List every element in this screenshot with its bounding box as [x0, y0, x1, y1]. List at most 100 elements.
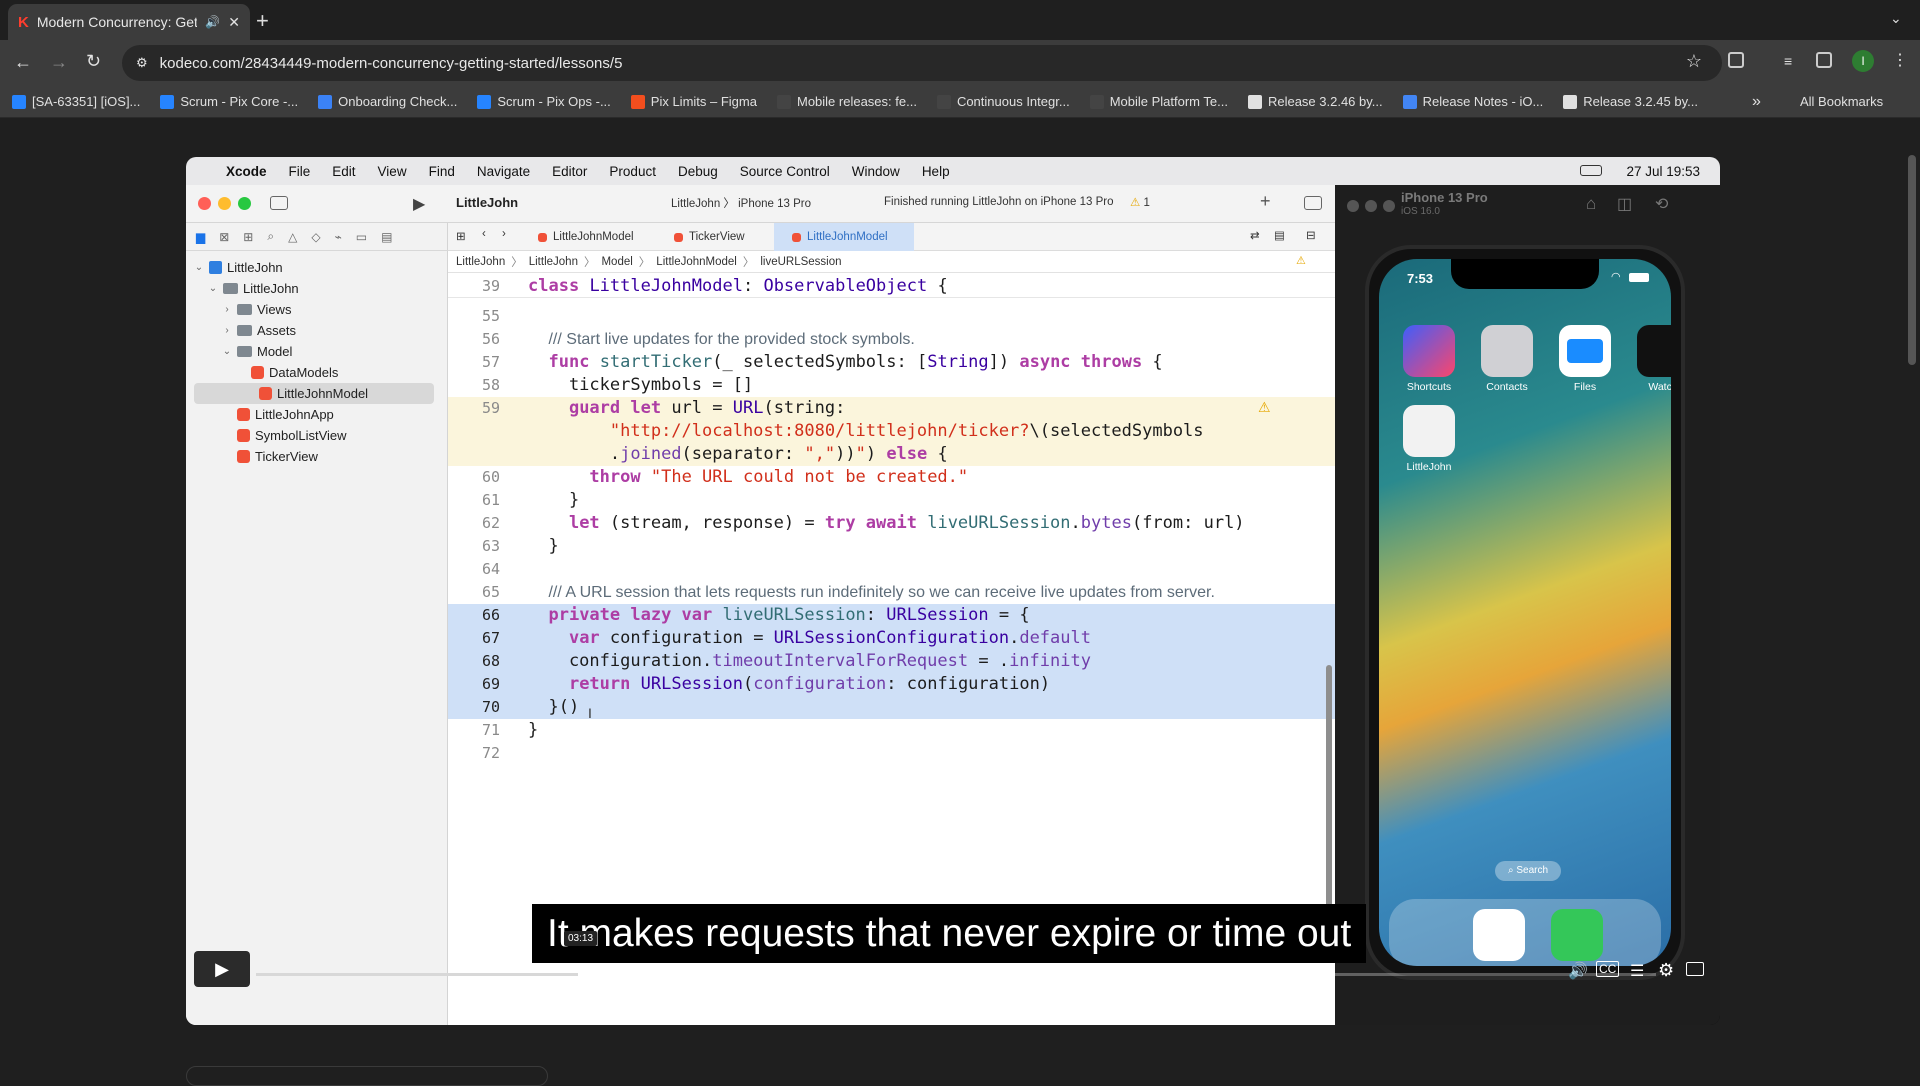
sim-close-button[interactable] — [1347, 200, 1359, 212]
iphone-screen[interactable]: 7:53 ◠ Shortcuts Contacts Files Watc Lit… — [1379, 259, 1671, 966]
bookmark-item[interactable]: Pix Limits – Figma — [630, 94, 757, 109]
symbols-icon[interactable]: ⊞ — [243, 230, 253, 244]
menu-source-control[interactable]: Source Control — [740, 164, 830, 179]
app-watch[interactable]: Watch — [1635, 325, 1671, 393]
editor-options-icon[interactable]: ▤ — [1274, 228, 1285, 242]
app-shortcuts[interactable]: Shortcuts — [1401, 325, 1457, 393]
safari-icon[interactable] — [1473, 909, 1525, 961]
code-line[interactable]: 60 throw "The URL could not be created." — [448, 466, 1335, 489]
profile-avatar[interactable]: I — [1852, 50, 1874, 72]
extensions-icon[interactable] — [1728, 52, 1744, 68]
bookmark-item[interactable]: Onboarding Check... — [318, 94, 457, 109]
disclosure-chevron-icon[interactable]: ⌄ — [222, 346, 232, 357]
bookmark-item[interactable]: Mobile releases: fe... — [776, 94, 917, 109]
tree-item[interactable]: ⌄ LittleJohn — [186, 257, 426, 278]
zoom-window-button[interactable] — [238, 197, 251, 210]
menu-product[interactable]: Product — [609, 164, 656, 179]
code-line[interactable]: 63 } — [448, 535, 1335, 558]
menu-xcode[interactable]: Xcode — [226, 164, 267, 179]
messages-icon[interactable] — [1551, 909, 1603, 961]
inspector-toggle-icon[interactable] — [1304, 196, 1322, 210]
tab-tickerview[interactable]: TickerView — [662, 223, 772, 251]
add-icon[interactable]: + — [1260, 191, 1271, 212]
code-line[interactable]: "http://localhost:8080/littlejohn/ticker… — [448, 420, 1335, 443]
sidebar-toggle-icon[interactable] — [270, 196, 288, 210]
tree-item[interactable]: › Assets — [186, 320, 426, 341]
transcript-icon[interactable]: ☰ — [1630, 961, 1644, 981]
code-line[interactable]: 61 } — [448, 489, 1335, 512]
app-littlejohn[interactable]: LittleJohn — [1401, 405, 1457, 473]
menu-editor[interactable]: Editor — [552, 164, 587, 179]
tab-littlejohnmodel-1[interactable]: LittleJohnModel — [526, 223, 648, 251]
all-bookmarks-button[interactable]: All Bookmarks — [1800, 94, 1883, 109]
captions-icon[interactable]: CC — [1596, 961, 1620, 977]
tab-littlejohnmodel-active[interactable]: LittleJohnModel — [774, 223, 914, 251]
browser-tab[interactable]: K Modern Concurrency: Get 🔊 ✕ — [8, 4, 250, 40]
split-editor-icon[interactable]: ⊟ — [1306, 228, 1316, 242]
code-line[interactable]: 67 var configuration = URLSessionConfigu… — [448, 627, 1335, 650]
code-line[interactable]: 65 /// A URL session that lets requests … — [448, 581, 1335, 604]
bookmark-item[interactable]: Mobile Platform Te... — [1089, 94, 1228, 109]
spotlight-search-pill[interactable]: ⌕ Search — [1495, 861, 1561, 881]
bookmark-item[interactable]: [SA-63351] [iOS]... — [12, 94, 140, 109]
jumpbar-warning-icon[interactable]: ⚠ — [1296, 254, 1306, 267]
tree-item[interactable]: DataModels — [186, 362, 426, 383]
menu-navigate[interactable]: Navigate — [477, 164, 530, 179]
menu-kebab-icon[interactable]: ⋮ — [1892, 50, 1908, 70]
menu-edit[interactable]: Edit — [332, 164, 355, 179]
code-line[interactable]: 70 }() — [448, 696, 1335, 719]
disclosure-chevron-icon[interactable]: ⌄ — [194, 262, 204, 273]
bookmarks-overflow-icon[interactable]: » — [1752, 93, 1761, 111]
code-line[interactable]: 39 class LittleJohnModel: ObservableObjec… — [448, 275, 1335, 298]
bookmark-item[interactable]: Release 3.2.45 by... — [1563, 94, 1698, 109]
new-tab-icon[interactable]: + — [256, 8, 269, 34]
tree-item[interactable]: LittleJohnModel — [194, 383, 434, 404]
minimize-window-button[interactable] — [218, 197, 231, 210]
warning-badge[interactable]: ⚠ 1 — [1130, 195, 1150, 209]
tree-item[interactable]: ⌄ LittleJohn — [186, 278, 426, 299]
breadcrumb-item[interactable]: LittleJohn — [529, 256, 578, 268]
code-line[interactable]: 66 private lazy var liveURLSession: URLS… — [448, 604, 1335, 627]
search-icon[interactable]: ⌕ — [267, 229, 274, 244]
reload-icon[interactable]: ↻ — [86, 51, 101, 72]
close-tab-icon[interactable]: ✕ — [228, 14, 240, 31]
app-files[interactable]: Files — [1557, 325, 1613, 393]
scheme-selector[interactable]: LittleJohn 〉 iPhone 13 Pro — [671, 195, 811, 211]
media-icon[interactable]: ≡ — [1784, 53, 1792, 69]
speaker-icon[interactable]: 🔊 — [205, 15, 220, 29]
disclosure-chevron-icon[interactable]: › — [222, 325, 232, 336]
sidepanel-icon[interactable] — [1816, 52, 1832, 68]
swap-icon[interactable]: ⇄ — [1250, 228, 1260, 242]
code-line[interactable]: 71} — [448, 719, 1335, 742]
nav-forward-icon[interactable]: › — [502, 228, 506, 240]
code-line[interactable]: 68 configuration.timeoutIntervalForReque… — [448, 650, 1335, 673]
code-line[interactable]: .joined(separator: ","))") else { — [448, 443, 1335, 466]
tab-search-icon[interactable]: ⌄ — [1890, 10, 1902, 27]
menu-debug[interactable]: Debug — [678, 164, 718, 179]
sim-zoom-button[interactable] — [1383, 200, 1395, 212]
code-line[interactable]: 58 tickerSymbols = [] — [448, 374, 1335, 397]
sim-minimize-button[interactable] — [1365, 200, 1377, 212]
site-info-icon[interactable]: ⚙ — [136, 55, 148, 71]
breadcrumb-item[interactable]: LittleJohn — [456, 256, 505, 268]
video-player[interactable]: Xcode File Edit View Find Navigate Edito… — [186, 157, 1720, 1025]
breadcrumb-item[interactable]: LittleJohnModel — [656, 256, 737, 268]
run-button[interactable]: ▶ — [413, 194, 425, 214]
tree-item[interactable]: › Views — [186, 299, 426, 320]
tree-item[interactable]: ⌄ Model — [186, 341, 426, 362]
code-line[interactable]: 64 — [448, 558, 1335, 581]
bookmark-item[interactable]: Continuous Integr... — [936, 94, 1070, 109]
menu-find[interactable]: Find — [429, 164, 455, 179]
breadcrumb-item[interactable]: Model — [601, 256, 632, 268]
forward-icon[interactable]: → — [50, 52, 68, 73]
back-icon[interactable]: ← — [14, 52, 32, 73]
code-line[interactable]: 59 guard let url = URL(string: ⚠ — [448, 397, 1335, 420]
settings-gear-icon[interactable]: ⚙ — [1658, 960, 1674, 981]
reports-icon[interactable]: ▤ — [381, 230, 392, 244]
tree-item[interactable]: SymbolListView — [186, 425, 426, 446]
tree-item[interactable]: LittleJohnApp — [186, 404, 426, 425]
rotate-icon[interactable]: ⟲ — [1655, 194, 1668, 214]
address-bar[interactable]: ⚙ kodeco.com/28434449-modern-concurrency… — [122, 45, 1722, 81]
bookmark-item[interactable]: Release Notes - iO... — [1402, 94, 1543, 109]
menu-help[interactable]: Help — [922, 164, 950, 179]
